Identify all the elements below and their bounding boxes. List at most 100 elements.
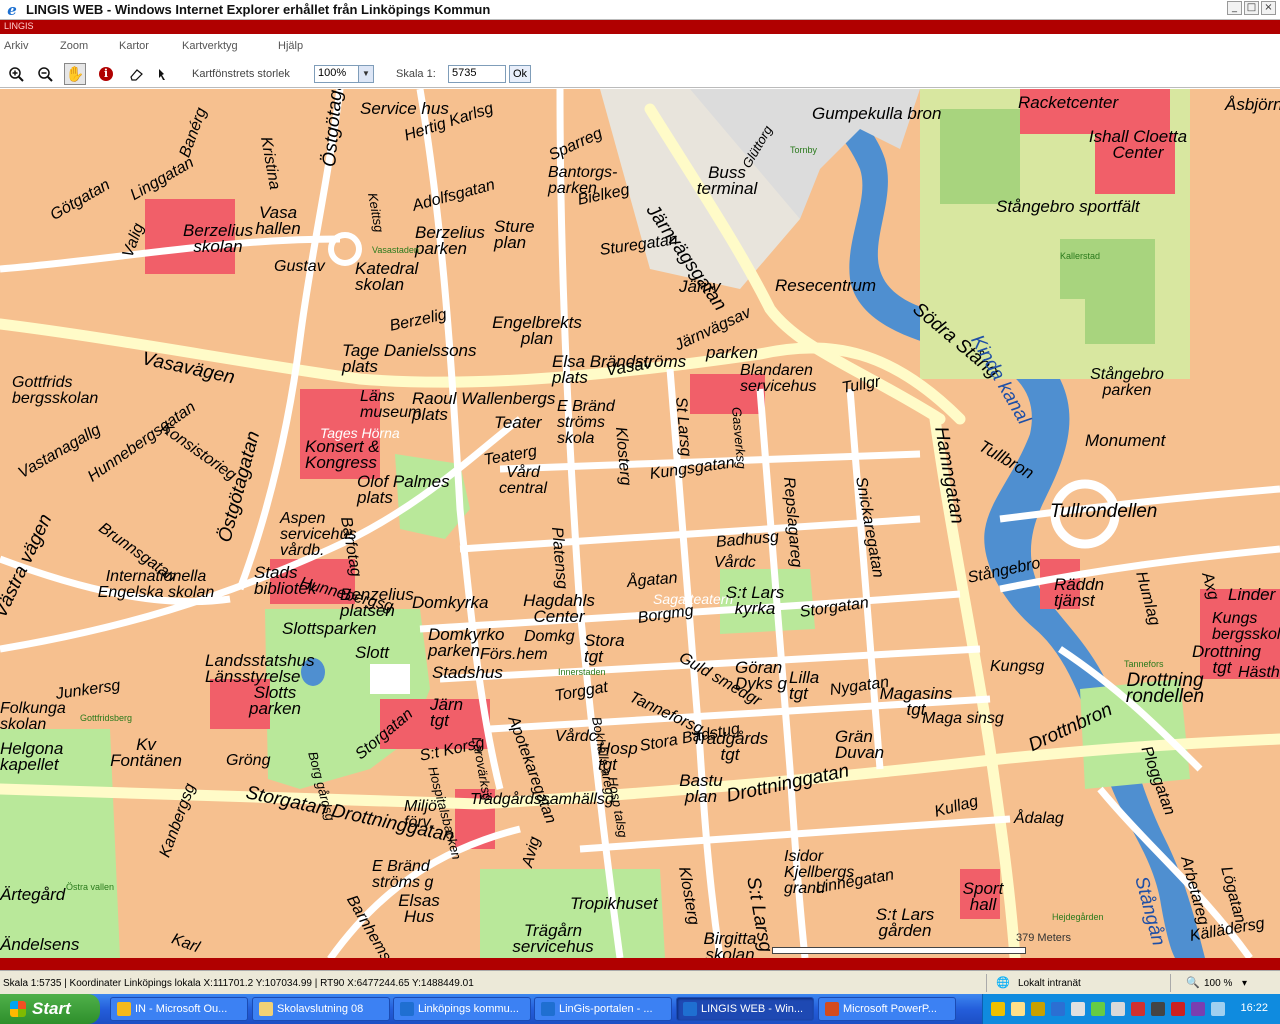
map-scale-bar: [772, 947, 1026, 954]
label-helgona-kapellet: Helgona kapellet: [0, 739, 64, 774]
adobe-icon[interactable]: [1131, 1002, 1145, 1016]
menu-kartverktyg[interactable]: Kartverktyg: [182, 40, 238, 52]
menu-kartor[interactable]: Kartor: [119, 40, 149, 52]
label-drottning-rondellen: Drottning rondellen: [1125, 670, 1205, 707]
map-toolbar: ✋ i Kartfönstrets storlek 100% ▼ Skala 1…: [0, 60, 1280, 88]
taskbar-button[interactable]: LINGIS WEB - Win...: [676, 997, 814, 1021]
maximize-button[interactable]: □: [1244, 1, 1259, 15]
taskbar-button-label: LinGis-portalen - ...: [559, 1003, 653, 1015]
clock-sync-icon[interactable]: [1071, 1002, 1085, 1016]
label-gottfridsberg: Gottfridsberg: [80, 713, 133, 723]
scale-input[interactable]: 5735: [448, 65, 506, 83]
label-grong: Gröng: [226, 752, 271, 769]
zoom-in-tool[interactable]: [5, 63, 27, 85]
taskbar-button-label: Linköpings kommu...: [418, 1003, 519, 1015]
label-tage-danielssons-plats: Tage Danielssons plats: [342, 341, 477, 376]
chevron-down-icon[interactable]: ▾: [1242, 978, 1247, 989]
label-lans-museum: Läns museum: [360, 388, 422, 421]
label-gottfrids-bergsskolan: Gottfrids bergsskolan: [12, 374, 99, 407]
info-tool[interactable]: i: [95, 63, 117, 85]
status-coordinates: Skala 1:5735 | Koordinater Linköpings lo…: [3, 978, 474, 989]
eraser-tool[interactable]: [125, 63, 147, 85]
label-miljoforv: Miljö förv.: [404, 798, 437, 831]
sound-icon[interactable]: [1191, 1002, 1205, 1016]
start-button[interactable]: Start: [0, 994, 100, 1024]
menu-arkiv[interactable]: Arkiv: [4, 40, 28, 52]
pointer-tool[interactable]: [152, 63, 174, 85]
zoom-icon[interactable]: 🔍: [1186, 976, 1200, 989]
label-monument: Monument: [1085, 431, 1166, 450]
taskbar-clock: 16:22: [1240, 1002, 1268, 1014]
messenger-icon[interactable]: [1011, 1002, 1025, 1016]
eraser-icon: [130, 69, 143, 81]
label-kv-fontanen: Kv Fontänen: [110, 735, 182, 770]
display-icon[interactable]: [1211, 1002, 1225, 1016]
window-title: LINGIS WEB - Windows Internet Explorer e…: [26, 2, 491, 17]
label-magasinsg: Maga sinsg: [922, 710, 1004, 727]
label-st-lars-garden: S:t Lars gården: [875, 905, 935, 940]
app-icon: [683, 1002, 697, 1016]
label-gustav: Gustav: [274, 258, 325, 275]
label-landsstatshus: Landsstatshus Länsstyrelse: [205, 651, 315, 686]
label-vasa-hallen: Vasa hallen: [255, 203, 301, 238]
label-e-brandstroms-g: E Bränd ströms g: [372, 858, 434, 891]
label-racketcenter: Racketcenter: [1018, 93, 1119, 112]
taskbar-button[interactable]: LinGis-portalen - ...: [534, 997, 672, 1021]
label-stangebro-parken: Stångebro parken: [1090, 366, 1164, 399]
label-hasth: Hästh: [1238, 664, 1280, 681]
label-katedralskolan: Katedral skolan: [355, 259, 419, 294]
label-berzelius-parken: Berzelius parken: [415, 223, 485, 258]
label-slotts-parken: Slotts parken: [249, 683, 301, 718]
label-buss-terminal: Buss terminal: [696, 163, 758, 198]
printer-icon[interactable]: [1151, 1002, 1165, 1016]
pan-tool[interactable]: ✋: [64, 63, 86, 85]
label-raddningstjanst: Räddn tjänst: [1054, 575, 1105, 610]
label-tradgardssamhallsg: Trädgårdssamhällsg: [470, 791, 614, 808]
app-name: LINGIS: [4, 21, 34, 31]
label-stora-tgt: Stora tgt: [584, 631, 625, 666]
app-icon: [259, 1002, 273, 1016]
label-fors-hem: Förs.hem: [480, 646, 548, 663]
update-icon[interactable]: [1111, 1002, 1125, 1016]
label-domkyrka: Domkyrka: [412, 593, 489, 612]
system-tray: 16:22: [982, 994, 1280, 1024]
map-scale-text: 379 Meters: [1016, 932, 1072, 944]
taskbar-button[interactable]: Linköpings kommu...: [393, 997, 531, 1021]
window-size-value: 100%: [318, 67, 347, 79]
scale-ok-button[interactable]: Ok: [509, 65, 531, 83]
label-elsas-hus: Elsas Hus: [398, 891, 440, 926]
close-button[interactable]: ×: [1261, 1, 1276, 15]
label-adalag: Ådalag: [1014, 810, 1064, 827]
status-zoom[interactable]: 100 %: [1204, 978, 1232, 989]
taskbar-button[interactable]: Skolavslutning 08: [252, 997, 390, 1021]
antivirus-icon[interactable]: [1091, 1002, 1105, 1016]
label-tornby: Tornby: [790, 145, 818, 155]
label-hejdegarden: Hejdegården: [1052, 912, 1104, 922]
app-footer-strip: [0, 958, 1280, 970]
status-zone: Lokalt intranät: [1018, 978, 1081, 989]
bluetooth-icon[interactable]: [1051, 1002, 1065, 1016]
label-benzelius-platsen: Benzelius platsen: [340, 585, 414, 620]
mail-icon[interactable]: [991, 1002, 1005, 1016]
minimize-button[interactable]: _: [1227, 1, 1242, 15]
menu-hjalp[interactable]: Hjälp: [278, 40, 303, 52]
start-label: Start: [32, 999, 71, 1018]
label-vard-central: Vård central: [498, 464, 548, 497]
label-internationella-engelska-skolan: Internationella Engelska skolan: [97, 568, 215, 601]
window-size-select[interactable]: 100% ▼: [314, 65, 374, 83]
window-title-bar[interactable]: e LINGIS WEB - Windows Internet Explorer…: [0, 0, 1280, 20]
map-canvas[interactable]: Service hus Hertig Karlsg Gumpekulla bro…: [0, 89, 1280, 958]
zoom-in-icon: [9, 67, 24, 82]
label-artegard: Ärtegård: [0, 885, 66, 904]
menu-zoom[interactable]: Zoom: [60, 40, 88, 52]
label-vardc-east: Vårdc: [714, 554, 756, 571]
taskbar-button[interactable]: IN - Microsoft Ou...: [110, 997, 248, 1021]
taskbar-button[interactable]: Microsoft PowerP...: [818, 997, 956, 1021]
label-engelbrekts-plan: Engelbrekts plan: [492, 313, 582, 348]
mcafee-icon[interactable]: [1171, 1002, 1185, 1016]
network-icon[interactable]: [1031, 1002, 1045, 1016]
label-kallerstad: Kallerstad: [1060, 251, 1101, 261]
label-bastu-plan: Bastu plan: [679, 771, 723, 806]
zoom-out-tool[interactable]: [34, 63, 56, 85]
taskbar-button-label: Skolavslutning 08: [277, 1003, 364, 1015]
